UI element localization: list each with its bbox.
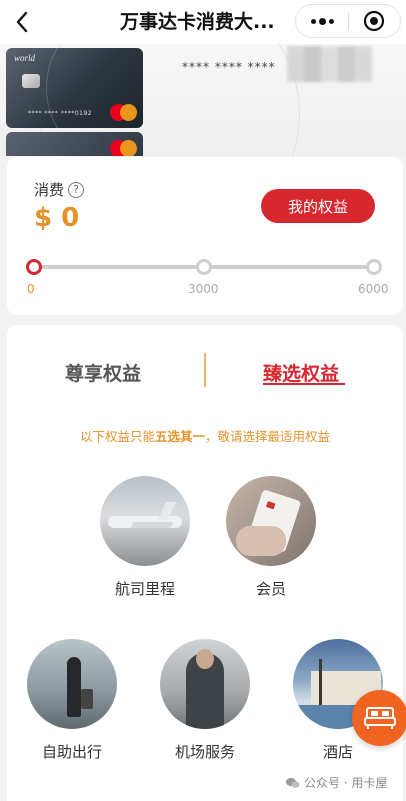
benefit-label: 航司里程 [114, 580, 175, 598]
active-tab-underline [263, 383, 345, 385]
wechat-watermark: 公众号 · 用卡屋 [286, 774, 387, 791]
back-button[interactable] [8, 8, 36, 36]
rights-panel: 尊享权益 臻选权益 以下权益只能五选其一，敬请选择最适用权益 航司里程 会员 自… [7, 325, 403, 801]
my-rights-button[interactable]: 我的权益 [261, 189, 375, 223]
card-area: world **** **** ****0192 **** **** **** [0, 44, 406, 156]
benefit-self-travel[interactable]: 自助出行 [22, 639, 122, 762]
milestone-label: 6000 [358, 282, 389, 296]
chip-icon [22, 74, 40, 88]
progress-dot-3000 [196, 259, 212, 275]
tab-premium-rights[interactable]: 尊享权益 [65, 359, 141, 386]
benefit-airline-miles[interactable]: 航司里程 [95, 476, 195, 599]
tab-divider [204, 353, 206, 387]
tab-selected-rights[interactable]: 臻选权益 [263, 359, 339, 386]
mini-program-close-icon [364, 10, 385, 32]
bed-icon [364, 707, 396, 729]
benefit-label: 会员 [255, 580, 286, 598]
benefit-membership[interactable]: 会员 [221, 476, 321, 599]
benefit-label: 机场服务 [174, 743, 235, 761]
spend-label: 消费 [34, 181, 65, 199]
more-dots-icon [310, 18, 316, 24]
mini-program-capsule [295, 4, 401, 38]
notice-highlight: 五选其一 [154, 429, 205, 444]
traveler-icon [27, 639, 117, 729]
milestone-label: 3000 [188, 282, 219, 296]
second-card[interactable] [6, 132, 143, 156]
spend-amount: $ 0 [34, 203, 80, 233]
close-button[interactable] [349, 5, 400, 37]
airplane-icon [100, 476, 190, 566]
benefit-label: 自助出行 [41, 743, 102, 761]
hotel-fab-button[interactable] [352, 690, 406, 746]
page-title: 万事达卡消费大... [120, 11, 275, 33]
blurred-card-digits [287, 46, 372, 82]
question-circle-icon[interactable]: ? [68, 181, 85, 198]
progress-dot-0 [26, 259, 42, 275]
spend-card: 消费 ? $ 0 我的权益 0 3000 6000 [7, 157, 403, 315]
airport-service-icon [160, 639, 250, 729]
masked-card-number: **** **** **** [182, 60, 276, 74]
wechat-icon [286, 777, 300, 788]
progress-dot-6000 [366, 259, 382, 275]
milestone-label: 0 [27, 282, 35, 296]
mastercard-logo-icon [110, 104, 138, 122]
watermark-text: 公众号 · 用卡屋 [304, 776, 388, 790]
card-brand-text: world [14, 53, 36, 63]
more-button[interactable] [296, 5, 348, 37]
chevron-left-icon [16, 11, 28, 33]
spend-label-row: 消费 ? [34, 179, 85, 200]
nav-bar: 万事达卡消费大... [0, 0, 406, 44]
membership-card-icon [226, 476, 316, 566]
credit-card[interactable]: world **** **** ****0192 [6, 48, 143, 128]
card-number: **** **** ****0192 [28, 110, 93, 117]
choose-one-notice: 以下权益只能五选其一，敬请选择最适用权益 [79, 429, 331, 444]
benefit-airport-service[interactable]: 机场服务 [155, 639, 255, 762]
mastercard-logo-icon [110, 140, 138, 156]
